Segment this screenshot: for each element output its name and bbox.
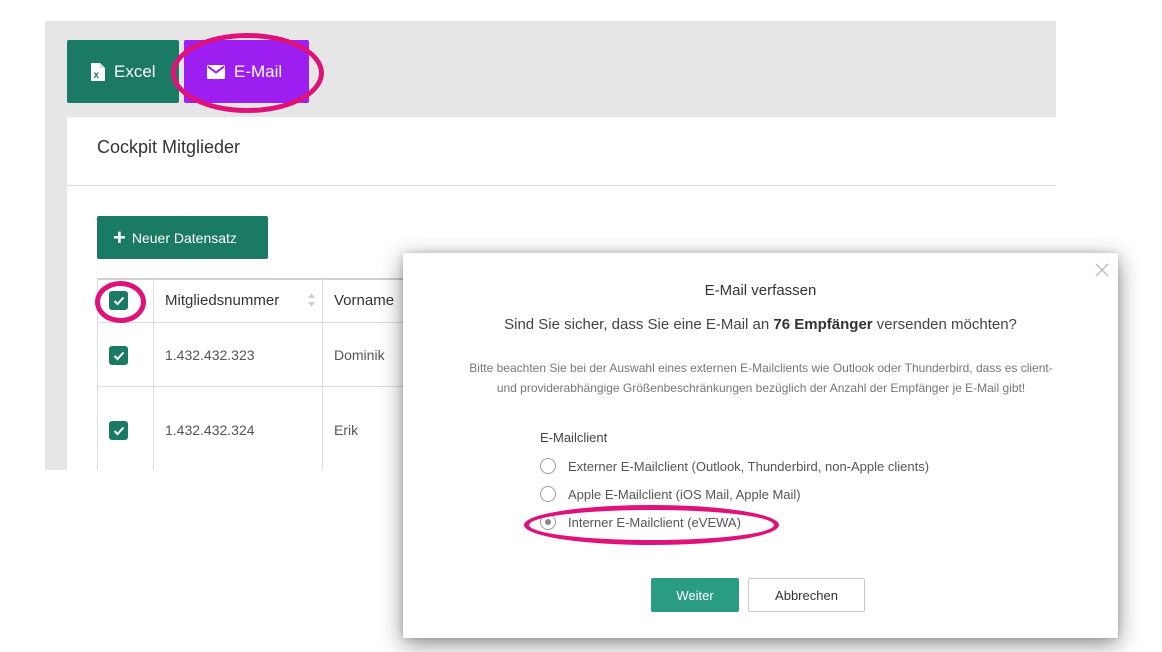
cell-member-number: 1.432.432.323 [165,347,255,363]
continue-button[interactable]: Weiter [651,578,739,612]
radio-label: Interner E-Mailclient (eVEWA) [568,514,741,530]
client-field-label: E-Mailclient [540,430,608,445]
column-divider [153,278,154,470]
dialog-title: E-Mail verfassen [704,282,817,299]
recipient-count: 76 Empfänger [773,316,873,333]
cell-member-number: 1.432.432.324 [165,422,255,438]
svg-text:x: x [94,70,100,81]
check-icon [113,296,124,305]
new-record-button[interactable]: + Neuer Datensatz [97,216,268,259]
question-suffix: versenden möchten? [876,316,1017,333]
row-checkbox[interactable] [109,421,128,440]
question-prefix: Sind Sie sicher, dass Sie eine E-Mail an [504,316,770,333]
cell-firstname: Erik [334,422,359,438]
email-button[interactable]: E-Mail [184,40,309,103]
card-title: Cockpit Mitglieder [97,137,241,157]
radio-button[interactable] [540,486,556,502]
excel-button-label: Excel [114,61,156,81]
radio-button[interactable] [540,458,556,474]
new-record-label: Neuer Datensatz [131,229,237,246]
radio-option-external[interactable]: Externer E-Mailclient (Outlook, Thunderb… [540,457,929,475]
select-all-checkbox[interactable] [109,291,128,310]
column-header-mitgliedsnummer[interactable]: Mitgliedsnummer [165,292,279,309]
radio-button-selected[interactable] [540,514,556,530]
dialog-note: Bitte beachten Sie bei der Auswahl eines… [431,358,1091,398]
card-divider [67,185,1056,186]
plus-icon: + [113,224,126,250]
email-button-label: E-Mail [234,61,283,81]
radio-label: Externer E-Mailclient (Outlook, Thunderb… [568,458,930,474]
radio-option-apple[interactable]: Apple E-Mailclient (iOS Mail, Apple Mail… [540,485,801,503]
table-left-border [97,278,98,470]
cancel-button[interactable]: Abbrechen [748,578,865,612]
check-icon [113,351,124,360]
close-icon[interactable] [1094,262,1110,278]
note-line: und providerabhängige Größenbeschränkung… [496,381,1026,395]
sort-icon[interactable] [307,292,316,308]
column-header-vorname[interactable]: Vorname [334,292,394,309]
row-checkbox[interactable] [109,346,128,365]
column-divider [322,278,323,470]
cell-firstname: Dominik [334,347,385,363]
radio-label: Apple E-Mailclient (iOS Mail, Apple Mail… [568,486,801,502]
check-icon [113,426,124,435]
radio-option-internal[interactable]: Interner E-Mailclient (eVEWA) [540,513,741,531]
excel-export-button[interactable]: x Excel [67,40,179,103]
email-compose-dialog: E-Mail verfassen Sind Sie sicher, dass S… [403,253,1118,638]
note-line: Bitte beachten Sie bei der Auswahl eines… [469,361,1053,375]
envelope-icon [207,64,225,79]
dialog-question: Sind Sie sicher, dass Sie eine E-Mail an… [403,316,1118,333]
excel-file-icon: x [91,62,105,81]
